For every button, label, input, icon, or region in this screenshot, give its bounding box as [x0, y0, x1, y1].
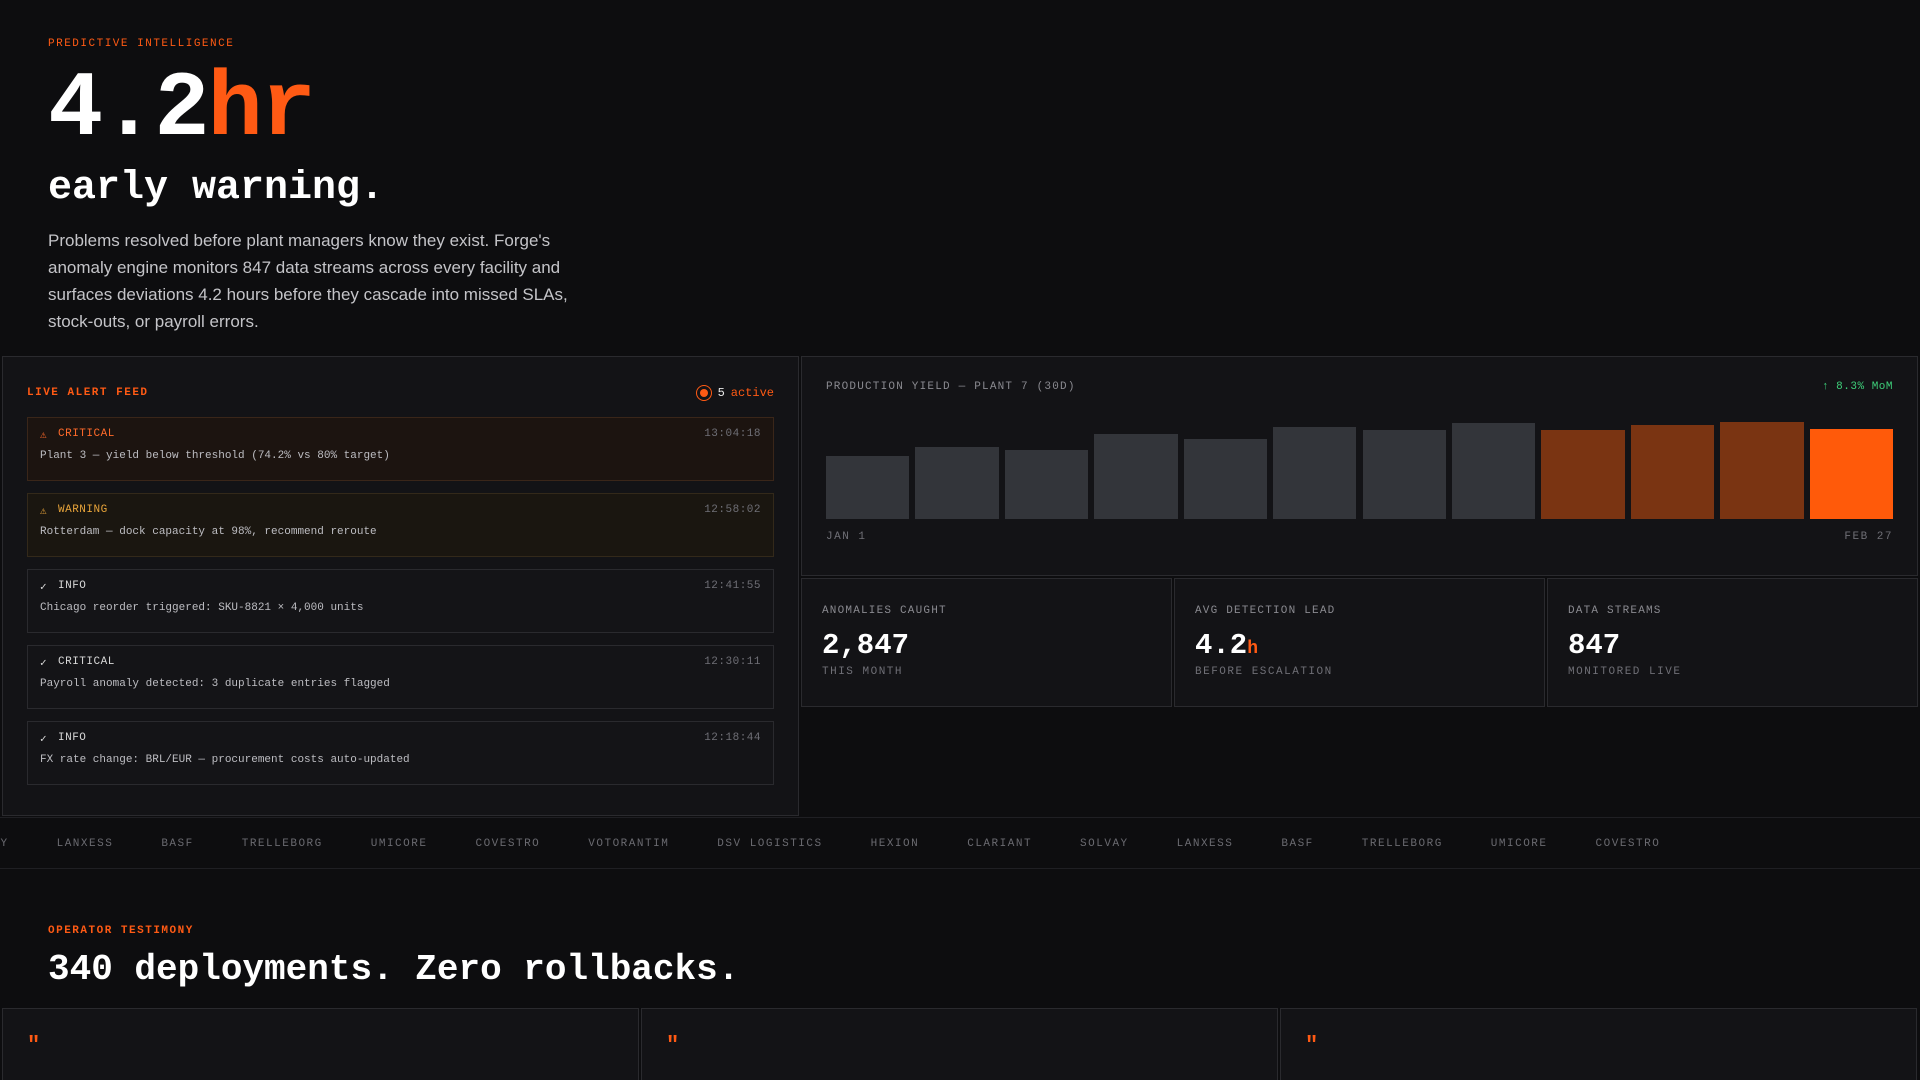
- chart-bar: [1273, 427, 1357, 519]
- hero-metric: 4.2hr: [48, 64, 648, 156]
- chart-bar: [1004, 449, 1089, 519]
- customer-logo: LANXESS: [56, 838, 114, 850]
- testimony-title: 340 deployments. Zero rollbacks.: [48, 949, 740, 990]
- stat-label: AVG DETECTION LEAD: [1195, 605, 1336, 617]
- testimonial-card: ": [1280, 1008, 1917, 1080]
- hero-headline: early warning.: [48, 166, 385, 211]
- customer-logo: CLARIANT: [967, 838, 1033, 850]
- stat-sublabel: BEFORE ESCALATION: [1195, 666, 1333, 678]
- hero-metric-value: 4.2: [48, 57, 210, 162]
- check-icon: ✓: [40, 658, 48, 670]
- chart-delta-badge: ↑ 8.3% MoM: [1821, 381, 1893, 393]
- alert-item[interactable]: ✓ INFO 12:18:44 FX rate change: BRL/EUR —…: [27, 721, 774, 785]
- stat-sublabel: MONITORED LIVE: [1568, 666, 1682, 678]
- customer-logo: BASF: [1281, 838, 1314, 850]
- customer-logo: COVESTRO: [475, 838, 541, 850]
- alert-time: 12:30:11: [704, 656, 761, 668]
- customer-logo: SOLVAY: [1080, 838, 1129, 850]
- stat-label: DATA STREAMS: [1568, 605, 1662, 617]
- testimonial-card: ": [641, 1008, 1278, 1080]
- active-alerts-count: 5: [717, 386, 725, 400]
- stat-card-detection-lead: AVG DETECTION LEAD 4.2h BEFORE ESCALATIO…: [1174, 578, 1545, 707]
- warning-triangle-icon: ⚠: [40, 430, 48, 442]
- chart-bar: [1541, 430, 1625, 519]
- chart-bar: [1630, 425, 1715, 519]
- chart-title: PRODUCTION YIELD — PLANT 7 (30D): [826, 381, 1076, 393]
- testimony-section: OPERATOR TESTIMONY 340 deployments. Zero…: [48, 925, 739, 990]
- alert-message: Chicago reorder triggered: SKU-8821 × 4,…: [40, 602, 364, 614]
- customer-logo: TRELLEBORG: [241, 838, 323, 850]
- chart-x-axis: JAN 1 FEB 27: [826, 531, 1893, 543]
- quote-mark-icon: ": [666, 1033, 680, 1058]
- chart-bar: [826, 455, 910, 519]
- customer-logo: HEXION: [870, 838, 920, 850]
- alert-time: 12:18:44: [704, 732, 761, 744]
- pulse-dot-icon: [695, 385, 712, 401]
- hero-section: PREDICTIVE INTELLIGENCE 4.2hr early warn…: [48, 38, 648, 335]
- active-alerts-indicator: 5 active: [695, 385, 774, 401]
- alert-message: FX rate change: BRL/EUR — procurement co…: [40, 754, 410, 766]
- alert-level: CRITICAL: [58, 428, 115, 440]
- active-alerts-label: active: [730, 386, 774, 400]
- quote-mark-icon: ": [27, 1033, 41, 1058]
- alert-time: 12:58:02: [704, 504, 761, 516]
- check-icon: ✓: [40, 734, 48, 746]
- alert-level: CRITICAL: [58, 656, 115, 668]
- alert-level: INFO: [58, 580, 87, 592]
- alert-item[interactable]: ⚠ WARNING 12:58:02 Rotterdam — dock capac…: [27, 493, 774, 557]
- alert-feed-title: LIVE ALERT FEED: [27, 387, 149, 399]
- stat-label: ANOMALIES CAUGHT: [822, 605, 947, 617]
- customer-logo: UMICORE: [1490, 838, 1548, 850]
- x-axis-start-label: JAN 1: [826, 531, 867, 543]
- alert-level: WARNING: [58, 504, 108, 516]
- stat-card-anomalies: ANOMALIES CAUGHT 2,847 THIS MONTH: [801, 578, 1172, 707]
- stat-sublabel: THIS MONTH: [822, 666, 904, 678]
- hero-description: Problems resolved before plant managers …: [48, 231, 568, 331]
- customer-logo: DSV LOGISTICS: [717, 838, 823, 850]
- customer-logo: COVESTRO: [1595, 838, 1661, 850]
- check-icon: ✓: [40, 582, 48, 594]
- alert-message: Plant 3 — yield below threshold (74.2% v…: [40, 450, 390, 462]
- stat-value: 4.2h: [1195, 629, 1259, 662]
- chart-bar: [1720, 422, 1804, 519]
- customer-logo: VOTORANTIM: [588, 838, 670, 850]
- customer-logo-strip: SOLVAY LANXESS BASF TRELLEBORG UMICORE COVEST…: [0, 817, 1920, 869]
- alert-level: INFO: [58, 732, 87, 744]
- chart-bar: [1451, 423, 1536, 519]
- customer-logo: SOLVAY: [0, 838, 9, 850]
- testimonial-card: ": [2, 1008, 639, 1080]
- chart-bar: [1094, 434, 1178, 519]
- alert-feed-header: LIVE ALERT FEED 5 active: [27, 381, 774, 405]
- quote-mark-icon: ": [1305, 1033, 1319, 1058]
- production-yield-chart: PRODUCTION YIELD — PLANT 7 (30D) ↑ 8.3% …: [801, 356, 1918, 576]
- logo-track: SOLVAY LANXESS BASF TRELLEBORG UMICORE COVEST…: [0, 818, 1708, 868]
- chart-bar: [1362, 430, 1446, 519]
- customer-logo: UMICORE: [370, 838, 428, 850]
- customer-logo: TRELLEBORG: [1361, 838, 1443, 850]
- chart-bar: [1809, 429, 1893, 519]
- alert-time: 12:41:55: [704, 580, 761, 592]
- stat-value: 2,847: [822, 629, 910, 662]
- alert-message: Rotterdam — dock capacity at 98%, recomm…: [40, 526, 377, 538]
- hero-eyebrow: PREDICTIVE INTELLIGENCE: [48, 38, 235, 50]
- hero-metric-unit: hr: [207, 57, 316, 162]
- alert-message: Payroll anomaly detected: 3 duplicate en…: [40, 678, 390, 690]
- live-alert-feed: LIVE ALERT FEED 5 active ⚠ CRITICAL 13:04…: [2, 356, 799, 816]
- alert-item[interactable]: ⚠ CRITICAL 13:04:18 Plant 3 — yield below…: [27, 417, 774, 481]
- chart-bar: [1183, 439, 1268, 519]
- alert-item[interactable]: ✓ CRITICAL 12:30:11 Payroll anomaly detec…: [27, 645, 774, 709]
- x-axis-end-label: FEB 27: [1844, 531, 1893, 543]
- stat-value: 847: [1568, 629, 1621, 662]
- stat-card-data-streams: DATA STREAMS 847 MONITORED LIVE: [1547, 578, 1918, 707]
- customer-logo: LANXESS: [1176, 838, 1234, 850]
- testimony-eyebrow: OPERATOR TESTIMONY: [48, 925, 194, 937]
- alert-time: 13:04:18: [704, 428, 761, 440]
- chart-bars: [826, 417, 1893, 519]
- warning-triangle-icon: ⚠: [40, 506, 48, 518]
- customer-logo: BASF: [161, 838, 194, 850]
- alert-item[interactable]: ✓ INFO 12:41:55 Chicago reorder triggered…: [27, 569, 774, 633]
- chart-bar: [915, 446, 999, 519]
